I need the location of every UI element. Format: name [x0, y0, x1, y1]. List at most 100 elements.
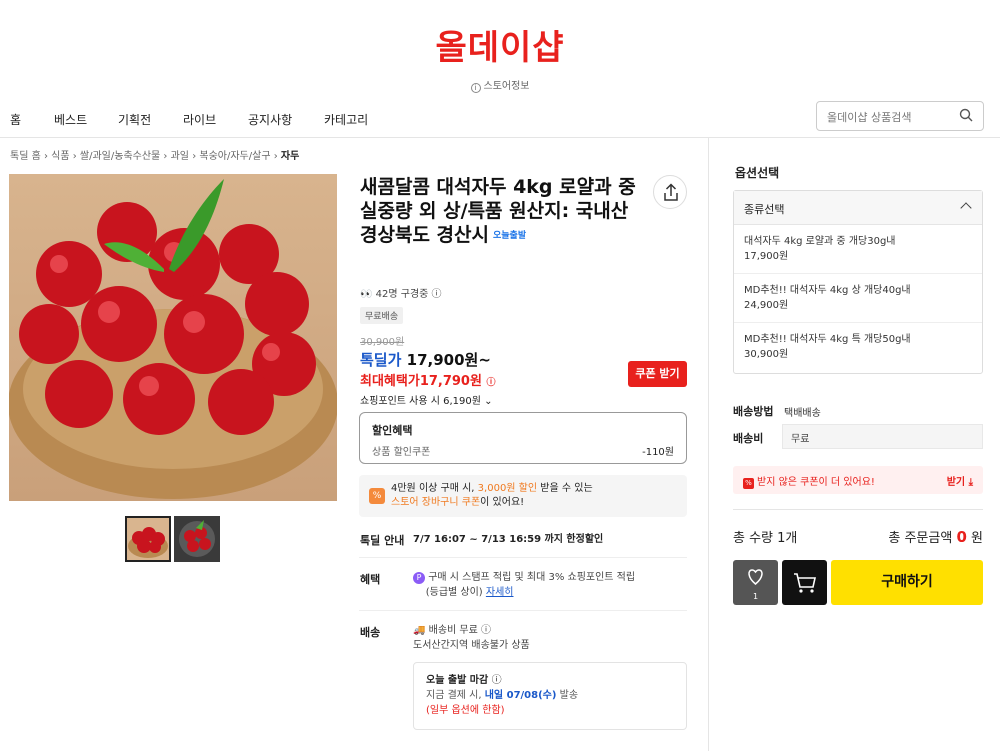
divider — [359, 557, 687, 558]
promo-text: 4만원 이상 구매 시, — [391, 483, 475, 494]
discount-value: -110원 — [642, 447, 674, 458]
get-coupon-button[interactable]: 쿠폰 받기 — [628, 361, 687, 387]
option-dropdown-label: 종류선택 — [744, 203, 785, 216]
benefit-line-2: (등급별 상이) — [425, 587, 483, 598]
qty-label: 총 수량 — [733, 531, 774, 546]
percent-icon: % — [369, 488, 385, 504]
nav-item-category[interactable]: 카테고리 — [324, 111, 368, 128]
cart-icon — [794, 573, 816, 593]
today-dispatch-box: 오늘 출발 마감 ⓘ 지금 결제 시, 내일 07/08(수) 발송 (일부 옵… — [413, 662, 687, 730]
delivery-method-label: 배송방법 — [733, 405, 774, 418]
dispatch-title: 오늘 출발 마감 ⓘ — [426, 675, 502, 686]
column-divider — [708, 138, 709, 751]
search-icon[interactable] — [959, 108, 973, 122]
deal-info-text: 7/7 16:07 ~ 7/13 16:59 까지 한정할인 — [413, 534, 604, 545]
deal-price-value: 17,900원~ — [406, 351, 491, 369]
breadcrumb-item[interactable]: 복숭아/자두/살구 — [199, 151, 270, 162]
option-item[interactable]: MD추천!! 대석자두 4kg 특 개당50g내 30,900원 — [734, 323, 982, 372]
points-price-text: 쇼핑포인트 사용 시 6,190원 — [360, 396, 481, 407]
total-value: 0 — [956, 528, 967, 546]
like-count: 1 — [752, 592, 759, 601]
total-label: 총 주문금액 — [888, 531, 953, 546]
add-to-cart-button[interactable] — [782, 560, 827, 605]
nav-item-promotions[interactable]: 기획전 — [118, 111, 151, 128]
viewer-count-text: 42명 구경중 — [375, 289, 429, 300]
nav-item-home[interactable]: 홈 — [10, 111, 21, 128]
option-name: 대석자두 4kg 로얄과 중 개당30g내 — [744, 236, 896, 247]
info-icon[interactable]: ⓘ — [486, 378, 495, 388]
promo-highlight: 스토어 장바구니 쿠폰 — [391, 497, 481, 508]
promo-highlight: 3,000원 할인 — [477, 483, 538, 494]
divider — [733, 509, 983, 510]
product-title: 새콤달콤 대석자두 4kg 로얄과 중 실중량 외 상/특품 원산지: 국내산 … — [360, 175, 640, 248]
discount-box: 할인혜택 상품 할인쿠폰 -110원 — [359, 412, 687, 464]
product-thumbnail-1[interactable] — [125, 516, 171, 562]
max-benefit-price[interactable]: 최대혜택가17,790원 ⓘ — [360, 370, 496, 389]
product-thumbnail-2[interactable] — [174, 516, 220, 562]
option-dropdown: 종류선택 대석자두 4kg 로얄과 중 개당30g내 17,900원 MD추천!… — [733, 190, 983, 374]
search-placeholder: 올데이샵 상품검색 — [827, 111, 912, 124]
delivery-fee-value: 무료 — [782, 424, 983, 449]
search-input[interactable]: 올데이샵 상품검색 — [816, 101, 984, 131]
discount-header: 할인혜택 — [372, 424, 413, 437]
share-icon — [664, 183, 678, 201]
shipping-fee-text: 배송비 무료 — [428, 625, 478, 636]
nav-item-live[interactable]: 라이브 — [183, 111, 216, 128]
claim-coupon-link[interactable]: 받기 ⤓ — [947, 473, 973, 488]
max-benefit-label: 최대혜택가 — [360, 374, 420, 389]
option-dropdown-header[interactable]: 종류선택 — [734, 191, 982, 225]
viewer-count: 👀 42명 구경중 ⓘ — [360, 289, 442, 300]
breadcrumb: 톡딜 홈 › 식품 › 쌀/과일/농축수산물 › 과일 › 복숭아/자두/살구 … — [10, 151, 300, 162]
total-quantity: 총 수량 1개 — [733, 527, 797, 546]
total-amount: 총 주문금액 0 원 — [888, 527, 983, 546]
download-icon: ⤓ — [968, 477, 973, 488]
promo-line-2: 스토어 장바구니 쿠폰이 있어요! — [391, 496, 687, 510]
benefit-text: P 구매 시 스탬프 적립 및 최대 3% 쇼핑포인트 적립 (등급별 상이) … — [413, 570, 635, 600]
unclaimed-coupon-bar[interactable]: % 받지 않은 쿠폰이 더 있어요! 받기 ⤓ — [733, 466, 983, 494]
info-icon[interactable]: ⓘ — [481, 625, 491, 636]
truck-icon: 🚚 — [413, 625, 426, 636]
today-shipping-badge: 오늘출발 — [492, 231, 527, 241]
cart-coupon-promo[interactable]: % 4만원 이상 구매 시, 3,000원 할인 받을 수 있는 스토어 장바구… — [359, 475, 687, 517]
free-shipping-tag: 무료배송 — [360, 307, 404, 324]
breadcrumb-item[interactable]: 쌀/과일/농축수산물 — [80, 151, 160, 162]
option-price: 24,900원 — [744, 300, 789, 311]
deal-price-label: 톡딜가 — [360, 351, 402, 369]
benefit-details-link[interactable]: 자세히 — [486, 587, 514, 598]
divider — [359, 610, 687, 611]
buy-now-button[interactable]: 구매하기 — [831, 560, 983, 605]
discount-label: 상품 할인쿠폰 — [372, 447, 431, 458]
option-item[interactable]: MD추천!! 대석자두 4kg 상 개당40g내 24,900원 — [734, 274, 982, 323]
option-item[interactable]: 대석자두 4kg 로얄과 중 개당30g내 17,900원 — [734, 225, 982, 274]
deal-price: 톡딜가 17,900원~ — [360, 349, 491, 370]
breadcrumb-item[interactable]: 식품 — [51, 151, 69, 162]
nav-item-notice[interactable]: 공지사항 — [248, 111, 292, 128]
store-info-label: 스토어정보 — [483, 81, 530, 92]
like-button[interactable]: 1 — [733, 560, 778, 605]
nav-item-best[interactable]: 베스트 — [54, 111, 87, 128]
original-price: 30,900원 — [360, 337, 405, 348]
option-price: 17,900원 — [744, 251, 789, 262]
qty-value: 1개 — [777, 531, 798, 546]
breadcrumb-item[interactable]: 과일 — [171, 151, 189, 162]
store-info-link[interactable]: i 스토어정보 — [0, 77, 1000, 93]
chevron-down-icon: ⌄ — [484, 396, 493, 407]
share-button[interactable] — [653, 175, 687, 209]
coupon-notice-text: 받지 않은 쿠폰이 더 있어요! — [757, 477, 875, 488]
max-benefit-value: 17,790원 — [419, 374, 482, 389]
benefit-label: 혜택 — [360, 573, 381, 586]
breadcrumb-item[interactable]: 톡딜 홈 — [10, 151, 41, 162]
info-icon: i — [470, 83, 481, 93]
info-icon[interactable]: ⓘ — [492, 675, 502, 686]
delivery-method-value: 택배배송 — [784, 408, 821, 419]
promo-text: 받을 수 있는 — [540, 483, 593, 494]
product-main-image — [9, 174, 337, 501]
points-price[interactable]: 쇼핑포인트 사용 시 6,190원 ⌄ — [360, 392, 493, 407]
store-logo[interactable]: 올데이샵 — [0, 20, 1000, 69]
breadcrumb-current: 자두 — [280, 151, 300, 162]
deal-info-label: 톡딜 안내 — [360, 534, 405, 547]
shipping-text: 🚚 배송비 무료 ⓘ 도서산간지역 배송불가 상품 — [413, 623, 530, 653]
promo-line-1: 4만원 이상 구매 시, 3,000원 할인 받을 수 있는 — [391, 482, 687, 496]
eyes-icon: 👀 — [360, 289, 373, 300]
option-select-title: 옵션선택 — [735, 166, 780, 180]
